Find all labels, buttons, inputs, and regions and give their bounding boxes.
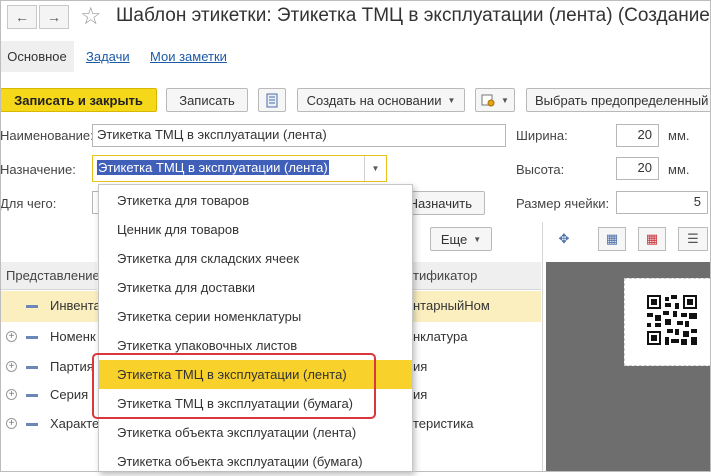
save-and-close-label: Записать и закрыть: [14, 92, 143, 108]
row-name: Инвента: [50, 298, 101, 313]
height-input[interactable]: 20: [616, 157, 659, 180]
row-name: Номенк: [50, 329, 96, 344]
grid-button[interactable]: ▦: [598, 227, 626, 251]
back-button[interactable]: ←: [7, 5, 37, 29]
dropdown-option[interactable]: Этикетка объекта эксплуатации (лента): [99, 418, 412, 447]
document-icon: [266, 93, 278, 107]
create-based-on-label: Создать на основании: [306, 92, 442, 108]
purpose-label: Назначение:: [0, 162, 76, 177]
width-label: Ширина:: [516, 128, 568, 143]
for-what-label: Для чего:: [0, 196, 57, 211]
more-label: Еще: [440, 231, 468, 247]
arrow-left-icon: ←: [15, 9, 29, 25]
cell-size-input[interactable]: 5: [616, 191, 708, 214]
expand-icon[interactable]: +: [6, 331, 17, 342]
purpose-combobox[interactable]: Этикетка ТМЦ в эксплуатации (лента) ▼: [92, 155, 387, 182]
chevron-down-icon: ▼: [371, 164, 380, 173]
dropdown-option[interactable]: Этикетка для товаров: [99, 186, 412, 215]
combobox-dropdown-button[interactable]: ▼: [364, 156, 386, 181]
arrow-right-icon: →: [47, 9, 61, 25]
column-header-identifier[interactable]: тификатор: [413, 262, 541, 290]
field-marker-icon: [26, 423, 38, 426]
dropdown-option-selected[interactable]: Этикетка ТМЦ в эксплуатации (лента): [99, 360, 412, 389]
tab-notes[interactable]: Мои заметки: [150, 49, 227, 64]
row-name: Характе: [50, 416, 100, 431]
align-button[interactable]: ☰: [678, 227, 708, 251]
document-list-button[interactable]: [258, 88, 286, 112]
create-based-on-button[interactable]: Создать на основании ▼: [297, 88, 465, 112]
width-input[interactable]: 20: [616, 124, 659, 147]
field-marker-icon: [26, 366, 38, 369]
purpose-dropdown-list: Этикетка для товаров Ценник для товаров …: [98, 184, 413, 472]
name-input[interactable]: Этикетка ТМЦ в эксплуатации (лента): [92, 124, 506, 147]
align-icon: ☰: [687, 231, 699, 246]
height-label: Высота:: [516, 162, 565, 177]
row-name: Серия: [50, 387, 89, 402]
row-identifier: нклатура: [413, 329, 468, 344]
more-button[interactable]: Еще ▼: [430, 227, 492, 251]
row-identifier: теристика: [413, 416, 474, 431]
dropdown-option[interactable]: Этикетка упаковочных листов: [99, 331, 412, 360]
assign-label: Назначить: [408, 195, 472, 211]
cell-size-label: Размер ячейки:: [516, 196, 610, 211]
choose-predefined-button[interactable]: Выбрать предопределенный: [526, 88, 711, 112]
expand-icon[interactable]: +: [6, 418, 17, 429]
grid-icon: ▦: [605, 231, 619, 246]
width-unit: мм.: [668, 128, 690, 143]
tab-main[interactable]: Основное: [0, 41, 74, 72]
tab-main-label: Основное: [7, 49, 67, 64]
chevron-down-icon: ▼: [447, 95, 456, 105]
save-and-close-button[interactable]: Записать и закрыть: [0, 88, 157, 112]
expand-icon[interactable]: +: [6, 389, 17, 400]
print-settings-button[interactable]: ▼: [475, 88, 515, 112]
column-header-presentation[interactable]: Представление: [0, 262, 100, 290]
chevron-down-icon: ▼: [473, 234, 482, 244]
print-settings-icon: [481, 94, 495, 107]
dropdown-option[interactable]: Этикетка для доставки: [99, 273, 412, 302]
save-label: Записать: [179, 92, 235, 108]
chevron-down-icon: ▼: [501, 95, 509, 105]
field-marker-icon: [26, 336, 38, 339]
move-icon: ✥: [558, 231, 570, 246]
save-button[interactable]: Записать: [166, 88, 248, 112]
window-title: Шаблон этикетки: Этикетка ТМЦ в эксплуат…: [116, 5, 711, 26]
dropdown-option[interactable]: Этикетка для складских ячеек: [99, 244, 412, 273]
row-identifier: ия: [413, 359, 428, 374]
label-card[interactable]: [624, 278, 711, 366]
assign-button[interactable]: Назначить: [407, 191, 485, 215]
name-label: Наименование:: [0, 128, 94, 143]
favorite-star-icon[interactable]: ☆: [80, 2, 102, 31]
field-marker-icon: [26, 305, 38, 308]
dropdown-option[interactable]: Ценник для товаров: [99, 215, 412, 244]
expand-icon[interactable]: +: [6, 361, 17, 372]
row-identifier: ия: [413, 387, 428, 402]
dropdown-option[interactable]: Этикетка ТМЦ в эксплуатации (бумага): [99, 389, 412, 418]
field-marker-icon: [26, 394, 38, 397]
height-unit: мм.: [668, 162, 690, 177]
tab-tasks[interactable]: Задачи: [86, 49, 130, 64]
purpose-selected-text: Этикетка ТМЦ в эксплуатации (лента): [97, 160, 329, 175]
row-name: Партия: [50, 359, 94, 374]
grid-delete-button[interactable]: ▦: [638, 227, 666, 251]
panel-separator: [542, 222, 543, 472]
move-button[interactable]: ✥: [550, 227, 578, 251]
grid-delete-icon: ▦: [645, 231, 659, 246]
dropdown-option[interactable]: Этикетка серии номенклатуры: [99, 302, 412, 331]
choose-predefined-label: Выбрать предопределенный: [535, 92, 709, 108]
forward-button[interactable]: →: [39, 5, 69, 29]
qr-code-icon: [647, 295, 697, 345]
row-identifier: нтарныйНом: [413, 298, 490, 313]
